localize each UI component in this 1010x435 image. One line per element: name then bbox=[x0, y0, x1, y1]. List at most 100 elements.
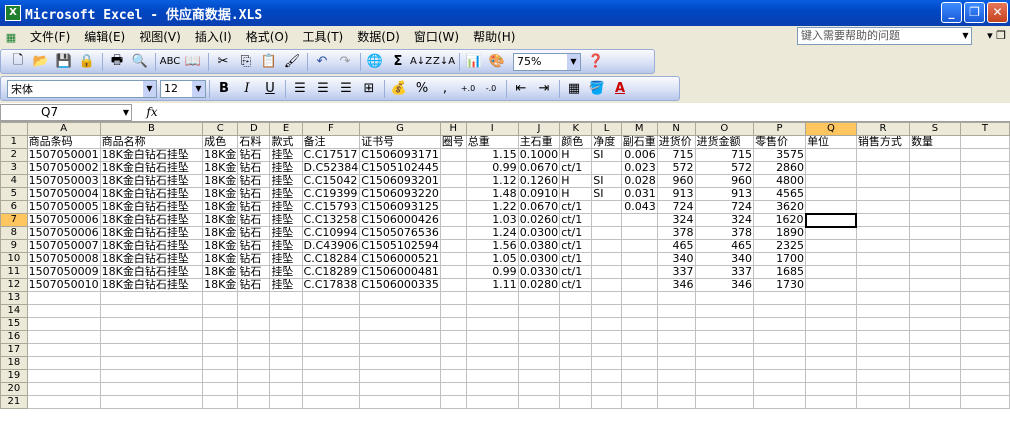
cell[interactable] bbox=[620, 317, 658, 331]
cell[interactable]: 715 bbox=[694, 148, 755, 162]
cell[interactable] bbox=[805, 343, 857, 357]
cell[interactable]: 465 bbox=[694, 239, 755, 253]
select-all-corner[interactable] bbox=[0, 122, 28, 136]
cell[interactable] bbox=[959, 187, 1010, 201]
cell[interactable] bbox=[753, 395, 807, 409]
cell[interactable]: 18K金白钻石挂坠 bbox=[99, 265, 204, 279]
cell[interactable] bbox=[269, 317, 303, 331]
cell[interactable]: C.C15042 bbox=[301, 174, 361, 188]
cell[interactable] bbox=[26, 317, 101, 331]
cell[interactable] bbox=[559, 317, 593, 331]
cell[interactable] bbox=[620, 382, 658, 396]
cell[interactable]: 成色 bbox=[202, 135, 239, 149]
cell[interactable] bbox=[26, 330, 101, 344]
cell[interactable] bbox=[517, 356, 561, 370]
cell[interactable] bbox=[909, 317, 961, 331]
cell[interactable] bbox=[855, 252, 911, 266]
cell[interactable]: H bbox=[559, 187, 593, 201]
cell[interactable] bbox=[559, 395, 593, 409]
cell[interactable] bbox=[959, 200, 1010, 214]
cell[interactable] bbox=[465, 317, 519, 331]
cell[interactable] bbox=[465, 356, 519, 370]
cell[interactable] bbox=[591, 291, 622, 305]
row-header[interactable]: 3 bbox=[0, 161, 28, 175]
merge-center-icon[interactable]: ⊞ bbox=[358, 78, 380, 100]
cell[interactable]: 净度 bbox=[591, 135, 622, 149]
cell[interactable] bbox=[855, 330, 911, 344]
save-icon[interactable]: 💾 bbox=[53, 51, 75, 73]
row-header[interactable]: 11 bbox=[0, 265, 28, 279]
row-header[interactable]: 2 bbox=[0, 148, 28, 162]
row-header[interactable]: 17 bbox=[0, 343, 28, 357]
cell[interactable] bbox=[959, 317, 1010, 331]
cell[interactable] bbox=[517, 369, 561, 383]
cell[interactable] bbox=[959, 226, 1010, 240]
cell[interactable] bbox=[909, 200, 961, 214]
cell[interactable] bbox=[959, 356, 1010, 370]
cell[interactable] bbox=[855, 200, 911, 214]
cell[interactable]: 挂坠 bbox=[269, 174, 303, 188]
cell[interactable] bbox=[909, 330, 961, 344]
cell[interactable] bbox=[99, 382, 204, 396]
cell[interactable] bbox=[591, 161, 622, 175]
cell[interactable]: 18K金 bbox=[202, 278, 239, 292]
cell[interactable]: 1507050010 bbox=[26, 278, 101, 292]
cell[interactable] bbox=[805, 278, 857, 292]
cell[interactable] bbox=[301, 369, 361, 383]
cell[interactable] bbox=[517, 304, 561, 318]
row-header[interactable]: 12 bbox=[0, 278, 28, 292]
cell[interactable] bbox=[656, 369, 696, 383]
copy-icon[interactable]: ⎘ bbox=[235, 51, 257, 73]
cell[interactable]: 0.0330 bbox=[517, 265, 561, 279]
cell[interactable]: 18K金白钻石挂坠 bbox=[99, 252, 204, 266]
cell[interactable]: 款式 bbox=[269, 135, 303, 149]
row-header[interactable]: 14 bbox=[0, 304, 28, 318]
cell[interactable]: 进货金额 bbox=[694, 135, 755, 149]
cell[interactable] bbox=[909, 343, 961, 357]
cell[interactable]: 挂坠 bbox=[269, 200, 303, 214]
cell[interactable] bbox=[99, 304, 204, 318]
cell[interactable]: 0.0260 bbox=[517, 213, 561, 227]
cell[interactable] bbox=[855, 291, 911, 305]
cell[interactable] bbox=[694, 382, 755, 396]
cell[interactable]: 挂坠 bbox=[269, 278, 303, 292]
cell[interactable]: 0.0910 bbox=[517, 187, 561, 201]
cell[interactable]: 324 bbox=[656, 213, 696, 227]
column-header[interactable]: L bbox=[591, 122, 622, 136]
cell[interactable] bbox=[439, 317, 467, 331]
align-left-icon[interactable]: ☰ bbox=[289, 78, 311, 100]
cell[interactable]: 572 bbox=[656, 161, 696, 175]
cell[interactable]: 零售价 bbox=[753, 135, 807, 149]
cell[interactable]: C.C15793 bbox=[301, 200, 361, 214]
cell[interactable] bbox=[591, 213, 622, 227]
cell[interactable] bbox=[959, 304, 1010, 318]
cell[interactable]: 1507050006 bbox=[26, 213, 101, 227]
cell[interactable]: 挂坠 bbox=[269, 265, 303, 279]
cell[interactable] bbox=[909, 291, 961, 305]
cell[interactable] bbox=[855, 356, 911, 370]
cell[interactable] bbox=[439, 291, 467, 305]
cell[interactable] bbox=[559, 304, 593, 318]
cell[interactable]: 1700 bbox=[753, 252, 807, 266]
cell[interactable] bbox=[909, 356, 961, 370]
cell[interactable] bbox=[591, 317, 622, 331]
cell[interactable] bbox=[559, 343, 593, 357]
cell[interactable] bbox=[855, 304, 911, 318]
cell[interactable] bbox=[439, 148, 467, 162]
cell[interactable]: 1.15 bbox=[465, 148, 519, 162]
cell[interactable] bbox=[855, 278, 911, 292]
cell[interactable]: ct/1 bbox=[559, 226, 593, 240]
cell[interactable] bbox=[439, 161, 467, 175]
cell[interactable] bbox=[269, 343, 303, 357]
cell[interactable]: 钻石 bbox=[237, 239, 271, 253]
cell[interactable] bbox=[909, 161, 961, 175]
cell[interactable] bbox=[855, 187, 911, 201]
cell[interactable]: 石料 bbox=[237, 135, 271, 149]
cell[interactable] bbox=[465, 369, 519, 383]
cell[interactable] bbox=[517, 317, 561, 331]
cell[interactable]: 0.006 bbox=[620, 148, 658, 162]
cell[interactable] bbox=[959, 291, 1010, 305]
cell[interactable]: 465 bbox=[656, 239, 696, 253]
cell[interactable]: 346 bbox=[694, 278, 755, 292]
paste-icon[interactable]: 📋 bbox=[258, 51, 280, 73]
